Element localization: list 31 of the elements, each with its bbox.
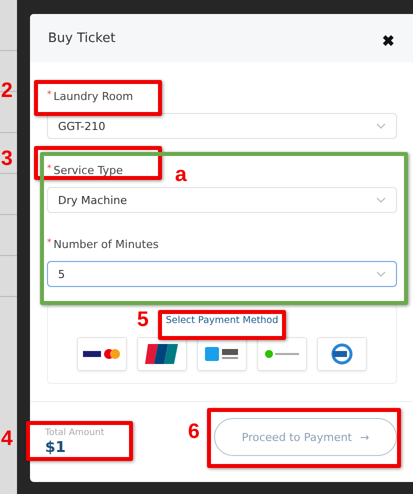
close-button[interactable]: ✖: [382, 32, 395, 50]
annotation-label: 5: [137, 309, 149, 330]
annotation-label: 4: [1, 428, 13, 449]
card-logo-icon: [145, 343, 179, 365]
card-logo-icon: [83, 348, 121, 360]
select-field[interactable]: 5: [47, 261, 397, 287]
payment-title: Select Payment Method: [166, 315, 278, 326]
wallet-logo-icon: [264, 349, 300, 359]
field-label: Number of Minutes: [54, 238, 159, 251]
annotation-label: 6: [188, 421, 200, 442]
dialog-title: Buy Ticket: [48, 30, 116, 46]
chevron-down-icon: [376, 271, 386, 277]
payment-option[interactable]: [317, 337, 367, 371]
payment-option[interactable]: [197, 337, 247, 371]
select-field[interactable]: Dry Machine: [47, 187, 397, 213]
field-label: Laundry Room: [54, 90, 134, 103]
required-mark: *: [47, 238, 52, 248]
wallet-logo-icon: [205, 346, 239, 362]
chevron-down-icon: [376, 123, 386, 129]
required-mark: *: [47, 164, 52, 174]
chevron-down-icon: [376, 197, 386, 203]
total-label: Total Amount: [45, 428, 104, 438]
annotation-label: 2: [1, 80, 13, 101]
required-mark: *: [47, 90, 52, 100]
field-label: Service Type: [54, 164, 123, 177]
payment-option[interactable]: [137, 337, 187, 371]
payment-option[interactable]: [77, 337, 127, 371]
select-field[interactable]: GGT-210: [47, 113, 397, 139]
annotation-label: a: [175, 164, 187, 185]
annotation-label: 3: [1, 148, 13, 169]
total-amount: $1: [45, 438, 67, 456]
